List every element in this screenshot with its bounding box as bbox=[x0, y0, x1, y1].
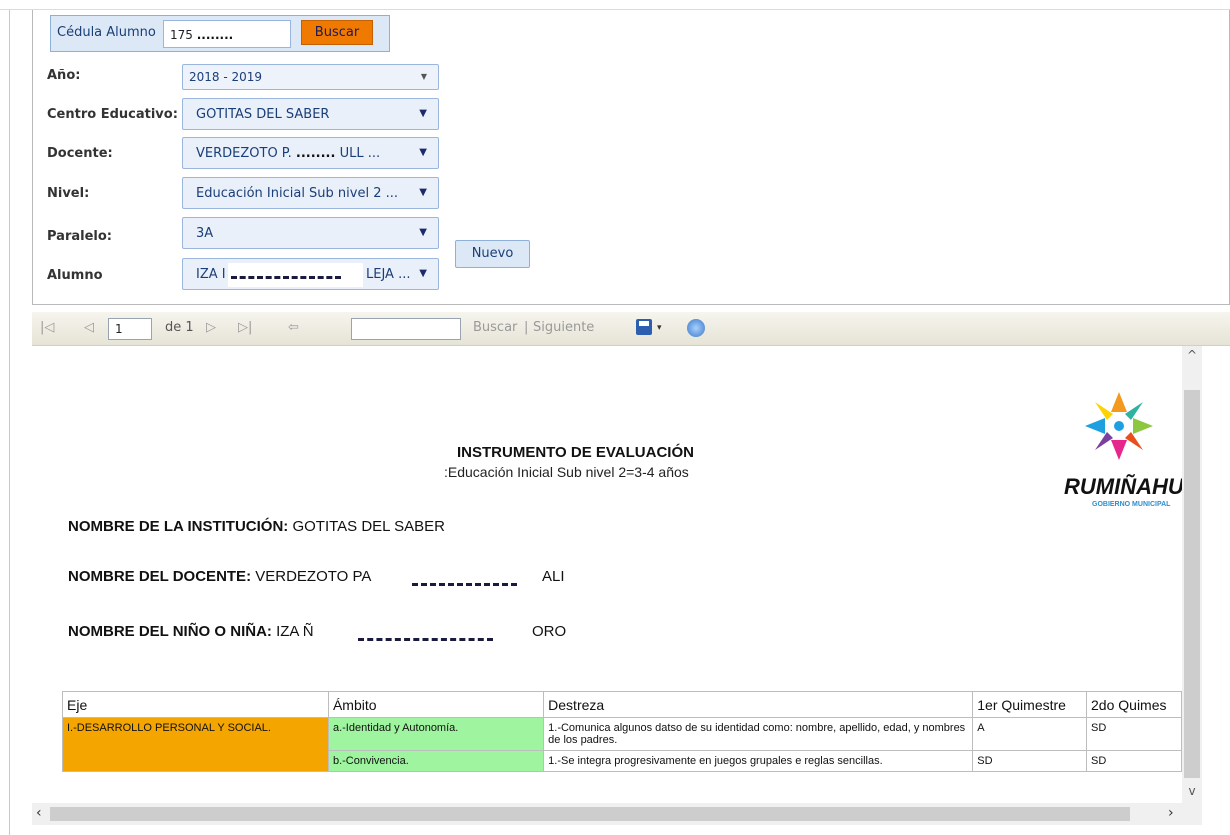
cedula-label: Cédula Alumno bbox=[57, 25, 156, 40]
dropdown-arrow-icon: ▼ bbox=[419, 108, 427, 119]
institucion-line: NOMBRE DE LA INSTITUCIÓN: GOTITAS DEL SA… bbox=[68, 518, 445, 535]
cedula-mask: ........ bbox=[196, 28, 234, 42]
docente-report-value-suffix: ALI bbox=[542, 568, 565, 585]
alumno-value-prefix: IZA I bbox=[196, 267, 226, 282]
docente-select[interactable]: VERDEZOTO P. ........ ULL ... ▼ bbox=[182, 137, 439, 169]
docente-report-label: NOMBRE DEL DOCENTE: bbox=[68, 568, 252, 585]
first-page-icon[interactable]: |◁ bbox=[40, 320, 54, 335]
save-icon[interactable] bbox=[636, 319, 652, 335]
header-2do-quimestre: 2do Quimes bbox=[1086, 691, 1182, 718]
docente-line: NOMBRE DEL DOCENTE: VERDEZOTO PA bbox=[68, 568, 371, 585]
header-eje: Eje bbox=[62, 691, 329, 718]
nino-value-suffix: ORO bbox=[532, 623, 567, 640]
institucion-value: GOTITAS DEL SABER bbox=[292, 518, 445, 535]
next-page-icon[interactable]: ▷ bbox=[206, 320, 216, 335]
anio-label: Año: bbox=[47, 68, 81, 83]
scroll-left-icon[interactable]: ‹ bbox=[36, 805, 42, 821]
page-count: de 1 bbox=[165, 320, 194, 335]
dropdown-arrow-icon: ▼ bbox=[419, 147, 427, 158]
eje-cell: I.-DESARROLLO PERSONAL Y SOCIAL. bbox=[62, 717, 329, 772]
header-destreza: Destreza bbox=[543, 691, 974, 718]
dropdown-arrow-icon: ▼ bbox=[420, 72, 427, 81]
centro-select[interactable]: GOTITAS DEL SABER ▼ bbox=[182, 98, 439, 130]
alumno-select[interactable]: IZA I LEJA ... ▼ bbox=[182, 258, 439, 290]
dropdown-arrow-icon: ▼ bbox=[419, 268, 427, 279]
nuevo-button[interactable]: Nuevo bbox=[455, 240, 530, 268]
docente-value-prefix: VERDEZOTO P. bbox=[196, 146, 292, 161]
dropdown-arrow-icon: ▼ bbox=[419, 187, 427, 198]
table-header-row: Eje Ámbito Destreza 1er Quimestre 2do Qu… bbox=[62, 691, 1182, 718]
destreza-cell: 1.-Comunica algunos datso de su identida… bbox=[543, 717, 974, 751]
destreza-cell: 1.-Se integra progresivamente en juegos … bbox=[543, 750, 974, 772]
q2-cell: SD bbox=[1086, 717, 1182, 751]
nivel-select[interactable]: Educación Inicial Sub nivel 2 ... ▼ bbox=[182, 177, 439, 209]
dropdown-arrow-icon: ▼ bbox=[419, 227, 427, 238]
find-next-button[interactable]: Siguiente bbox=[533, 320, 594, 335]
anio-select[interactable]: 2018 - 2019 ▼ bbox=[182, 64, 439, 90]
alumno-value-suffix: LEJA ... bbox=[366, 267, 411, 282]
page-number-input[interactable]: 1 bbox=[108, 318, 152, 340]
vertical-scrollbar[interactable]: ^ v bbox=[1182, 346, 1202, 803]
paralelo-select[interactable]: 3A ▼ bbox=[182, 217, 439, 249]
cedula-input[interactable]: 175 ........ bbox=[163, 20, 291, 48]
previous-page-icon[interactable]: ◁ bbox=[84, 320, 94, 335]
scroll-up-icon[interactable]: ^ bbox=[1182, 348, 1202, 362]
find-input[interactable] bbox=[351, 318, 461, 340]
back-icon[interactable]: ⇦ bbox=[288, 320, 299, 335]
logo-text: RUMIÑAHU bbox=[1064, 474, 1182, 499]
docente-value-suffix: ULL ... bbox=[339, 146, 381, 161]
chevron-down-icon[interactable]: ▾ bbox=[657, 323, 662, 333]
header-ambito: Ámbito bbox=[327, 691, 545, 718]
q1-cell: A bbox=[972, 717, 1088, 751]
scroll-thumb[interactable] bbox=[50, 807, 1130, 821]
ambito-cell: b.-Convivencia. bbox=[327, 750, 545, 772]
scroll-down-icon[interactable]: v bbox=[1182, 784, 1202, 798]
docente-report-value-prefix: VERDEZOTO PA bbox=[255, 568, 372, 585]
nivel-value: Educación Inicial Sub nivel 2 ... bbox=[196, 186, 399, 201]
report-viewer: INSTRUMENTO DE EVALUACIÓN :Educación Ini… bbox=[32, 346, 1182, 803]
report-toolbar: |◁ ◁ 1 de 1 ▷ ▷| ⇦ Buscar | Siguiente ▾ bbox=[32, 312, 1230, 346]
ambito-cell: a.-Identidad y Autonomía. bbox=[327, 717, 545, 751]
nivel-label: Nivel: bbox=[47, 186, 90, 201]
paralelo-value: 3A bbox=[196, 226, 214, 241]
redaction-dash bbox=[412, 582, 517, 586]
last-page-icon[interactable]: ▷| bbox=[238, 320, 252, 335]
centro-value: GOTITAS DEL SABER bbox=[196, 107, 330, 122]
redaction-dash bbox=[231, 275, 341, 279]
docente-label: Docente: bbox=[47, 146, 113, 161]
docente-value: VERDEZOTO P. ........ ULL ... bbox=[196, 146, 380, 161]
centro-label: Centro Educativo: bbox=[47, 107, 178, 122]
cedula-search-box: Cédula Alumno 175 ........ Buscar bbox=[50, 15, 390, 52]
scroll-right-icon[interactable]: › bbox=[1168, 805, 1174, 821]
logo-subtext: GOBIERNO MUNICIPAL bbox=[1092, 501, 1171, 508]
report-subtitle: :Educación Inicial Sub nivel 2=3-4 años bbox=[444, 464, 689, 480]
cedula-value: 175 bbox=[170, 28, 193, 42]
paralelo-label: Paralelo: bbox=[47, 229, 112, 244]
nino-label: NOMBRE DEL NIÑO O NIÑA: bbox=[68, 623, 272, 640]
scroll-thumb[interactable] bbox=[1184, 390, 1200, 778]
q2-cell: SD bbox=[1086, 750, 1182, 772]
q1-cell: SD bbox=[972, 750, 1088, 772]
nino-value-prefix: IZA Ñ bbox=[276, 623, 314, 640]
nino-line: NOMBRE DEL NIÑO O NIÑA: IZA Ñ bbox=[68, 623, 314, 640]
left-divider bbox=[9, 10, 10, 835]
horizontal-scrollbar[interactable]: ‹ › bbox=[32, 803, 1202, 825]
institucion-label: NOMBRE DE LA INSTITUCIÓN: bbox=[68, 518, 289, 535]
redaction-dash bbox=[358, 637, 493, 641]
evaluation-table: Eje Ámbito Destreza 1er Quimestre 2do Qu… bbox=[62, 691, 1182, 772]
refresh-icon[interactable] bbox=[687, 319, 705, 337]
table-row: I.-DESARROLLO PERSONAL Y SOCIAL. a.-Iden… bbox=[62, 717, 1182, 772]
anio-value: 2018 - 2019 bbox=[189, 70, 263, 84]
alumno-label: Alumno bbox=[47, 268, 103, 283]
header-1er-quimestre: 1er Quimestre bbox=[972, 691, 1088, 718]
find-button[interactable]: Buscar bbox=[473, 320, 517, 335]
toolbar-separator: | bbox=[524, 320, 529, 335]
report-title: INSTRUMENTO DE EVALUACIÓN bbox=[457, 444, 694, 461]
docente-value-mask: ........ bbox=[295, 146, 336, 161]
buscar-button[interactable]: Buscar bbox=[301, 20, 373, 45]
